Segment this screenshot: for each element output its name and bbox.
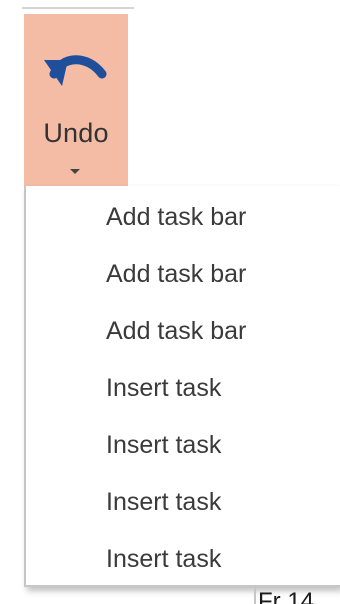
undo-history-item[interactable]: Add task bar — [26, 246, 340, 303]
undo-history-item[interactable]: Insert task — [26, 474, 340, 531]
undo-label: Undo — [43, 118, 109, 148]
ribbon-divider — [22, 7, 134, 9]
column-divider — [254, 587, 256, 604]
undo-history-item[interactable]: Insert task — [26, 360, 340, 417]
undo-history-item[interactable]: Insert task — [26, 417, 340, 474]
background-date-text: Fr 14 — [258, 588, 315, 604]
undo-history-item[interactable]: Add task bar — [26, 189, 340, 246]
undo-history-item[interactable]: Add task bar — [26, 303, 340, 360]
undo-arrow-icon — [44, 55, 107, 86]
undo-dropdown-panel: Undo Add task bar Add task bar Add task … — [0, 0, 340, 604]
undo-history-item[interactable]: Insert task — [26, 531, 340, 588]
undo-history-menu: Add task bar Add task bar Add task bar I… — [24, 186, 340, 587]
caret-down-icon[interactable] — [70, 169, 80, 174]
undo-button[interactable]: Undo — [24, 14, 128, 186]
